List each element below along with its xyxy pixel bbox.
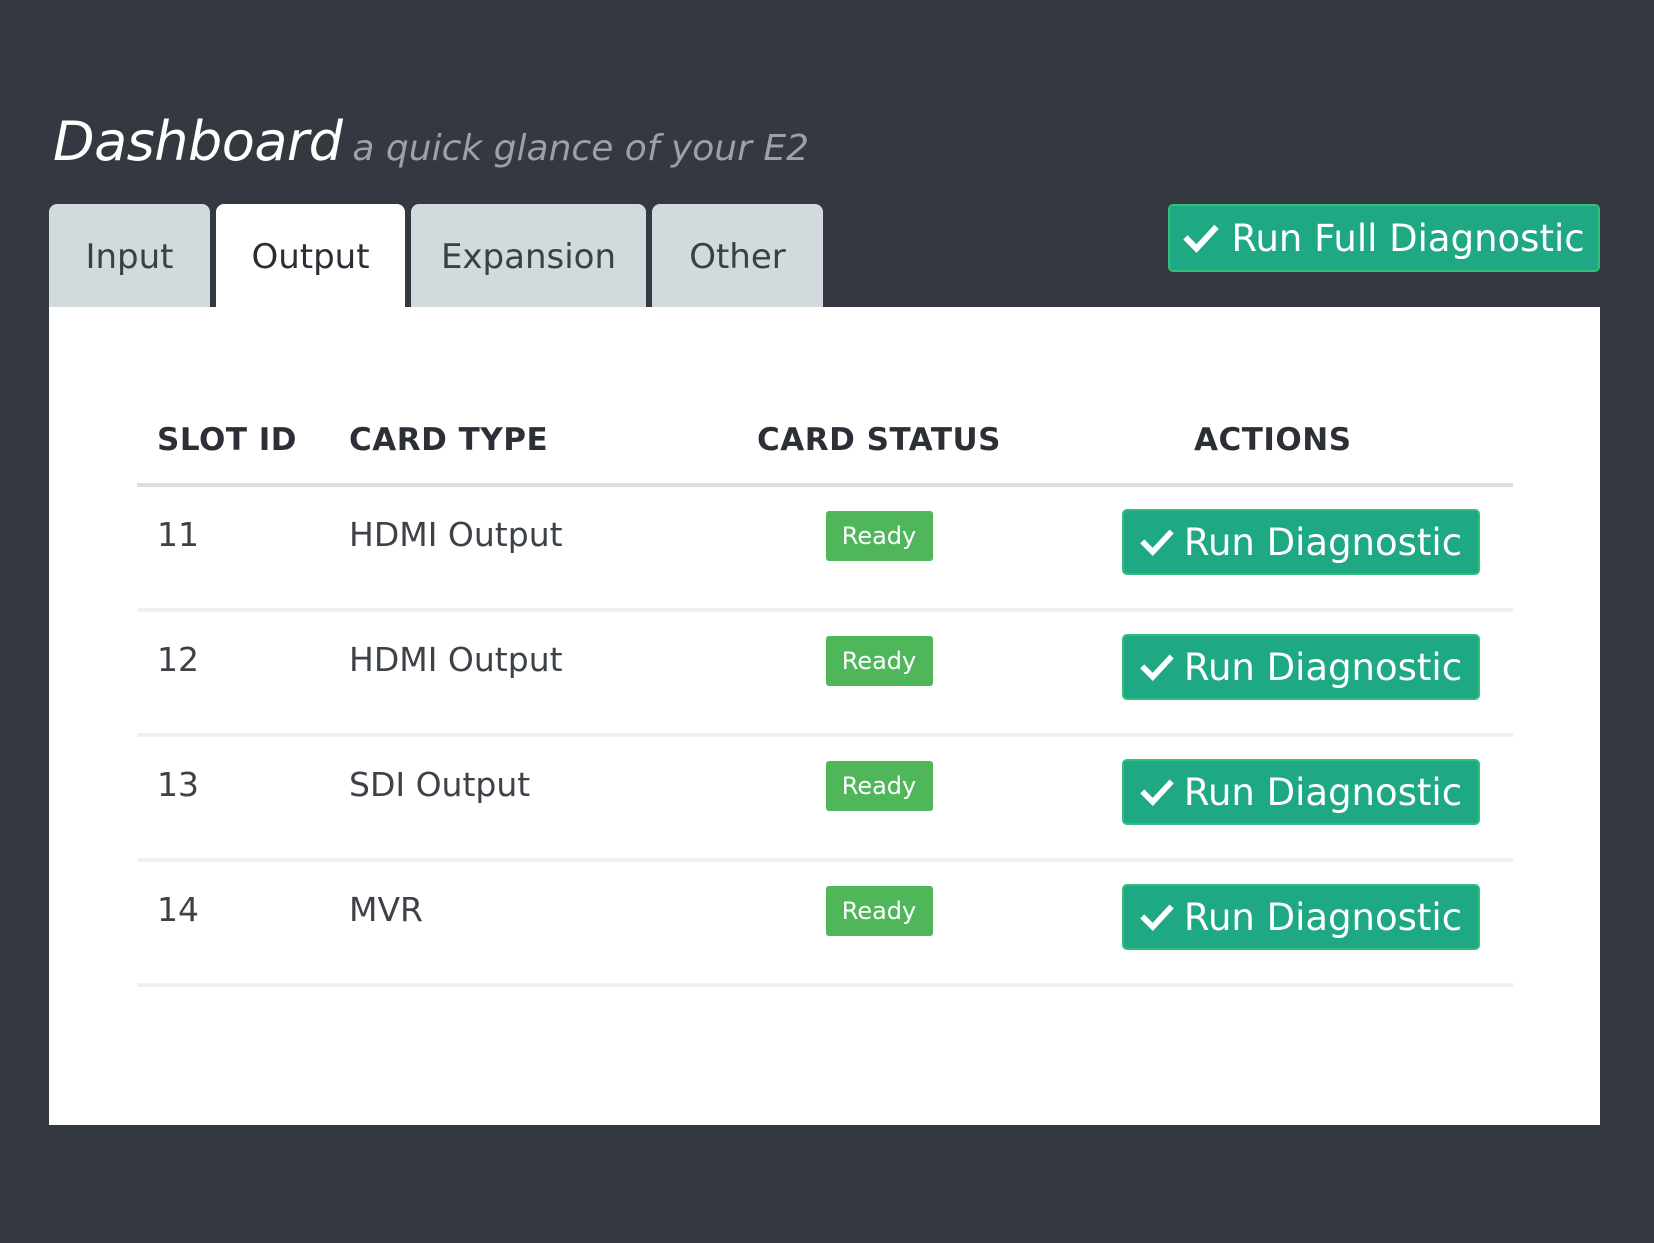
run-diagnostic-label: Run Diagnostic bbox=[1183, 770, 1463, 814]
tab-input-label: Input bbox=[85, 236, 174, 277]
run-full-diagnostic-button[interactable]: Run Full Diagnostic bbox=[1168, 204, 1600, 272]
card-status-cell: Ready bbox=[684, 612, 1074, 733]
actions-cell: Run Diagnostic bbox=[1074, 737, 1513, 858]
tab-expansion[interactable]: Expansion bbox=[411, 204, 646, 307]
tab-input[interactable]: Input bbox=[49, 204, 210, 307]
actions-cell: Run Diagnostic bbox=[1074, 487, 1513, 608]
table-row: 12 HDMI Output Ready Run Diagnostic bbox=[137, 612, 1513, 737]
table-row: 14 MVR Ready Run Diagnostic bbox=[137, 862, 1513, 987]
table-row: 11 HDMI Output Ready Run Diagnostic bbox=[137, 487, 1513, 612]
card-type-cell: SDI Output bbox=[349, 765, 531, 804]
slot-id-cell: 13 bbox=[157, 765, 199, 804]
run-diagnostic-label: Run Diagnostic bbox=[1183, 520, 1463, 564]
slot-id-cell: 11 bbox=[157, 515, 199, 554]
tab-output[interactable]: Output bbox=[216, 204, 405, 307]
tab-expansion-label: Expansion bbox=[440, 236, 617, 277]
run-diagnostic-label: Run Diagnostic bbox=[1183, 645, 1463, 689]
table-header: SLOT ID CARD TYPE CARD STATUS ACTIONS bbox=[137, 397, 1513, 487]
tab-other-label: Other bbox=[689, 236, 786, 277]
check-icon bbox=[1140, 525, 1174, 559]
tab-output-label: Output bbox=[251, 236, 370, 277]
run-diagnostic-button[interactable]: Run Diagnostic bbox=[1122, 759, 1480, 825]
status-badge: Ready bbox=[825, 636, 933, 686]
check-icon bbox=[1140, 900, 1174, 934]
slot-id-cell: 14 bbox=[157, 890, 199, 929]
check-icon bbox=[1183, 220, 1220, 256]
page-title: Dashboard bbox=[53, 110, 343, 173]
table-row: 13 SDI Output Ready Run Diagnostic bbox=[137, 737, 1513, 862]
card-type-cell: HDMI Output bbox=[349, 640, 563, 679]
card-type-cell: HDMI Output bbox=[349, 515, 563, 554]
run-diagnostic-button[interactable]: Run Diagnostic bbox=[1122, 884, 1480, 950]
actions-cell: Run Diagnostic bbox=[1074, 612, 1513, 733]
tab-bar: Input Output Expansion Other bbox=[49, 204, 829, 307]
output-panel: SLOT ID CARD TYPE CARD STATUS ACTIONS 11… bbox=[49, 307, 1600, 1125]
column-header-actions: ACTIONS bbox=[1194, 422, 1352, 458]
dashboard-page: Dashboard a quick glance of your E2 Input… bbox=[0, 0, 1654, 1243]
actions-cell: Run Diagnostic bbox=[1074, 862, 1513, 983]
card-status-cell: Ready bbox=[684, 487, 1074, 608]
status-badge: Ready bbox=[825, 886, 933, 936]
card-status-cell: Ready bbox=[684, 737, 1074, 858]
tab-other[interactable]: Other bbox=[652, 204, 823, 307]
run-diagnostic-label: Run Diagnostic bbox=[1183, 895, 1463, 939]
card-table: SLOT ID CARD TYPE CARD STATUS ACTIONS 11… bbox=[137, 397, 1513, 987]
run-full-diagnostic-label: Run Full Diagnostic bbox=[1231, 216, 1585, 260]
slot-id-cell: 12 bbox=[157, 640, 199, 679]
page-header: Dashboard a quick glance of your E2 bbox=[53, 110, 809, 173]
column-header-card-type: CARD TYPE bbox=[349, 422, 549, 458]
card-status-cell: Ready bbox=[684, 862, 1074, 983]
column-header-card-status: CARD STATUS bbox=[757, 422, 1001, 458]
check-icon bbox=[1140, 650, 1174, 684]
check-icon bbox=[1140, 775, 1174, 809]
status-badge: Ready bbox=[825, 511, 933, 561]
page-subtitle: a quick glance of your E2 bbox=[352, 128, 809, 169]
run-diagnostic-button[interactable]: Run Diagnostic bbox=[1122, 634, 1480, 700]
status-badge: Ready bbox=[825, 761, 933, 811]
run-diagnostic-button[interactable]: Run Diagnostic bbox=[1122, 509, 1480, 575]
card-type-cell: MVR bbox=[349, 890, 423, 929]
column-header-slot-id: SLOT ID bbox=[157, 422, 298, 458]
